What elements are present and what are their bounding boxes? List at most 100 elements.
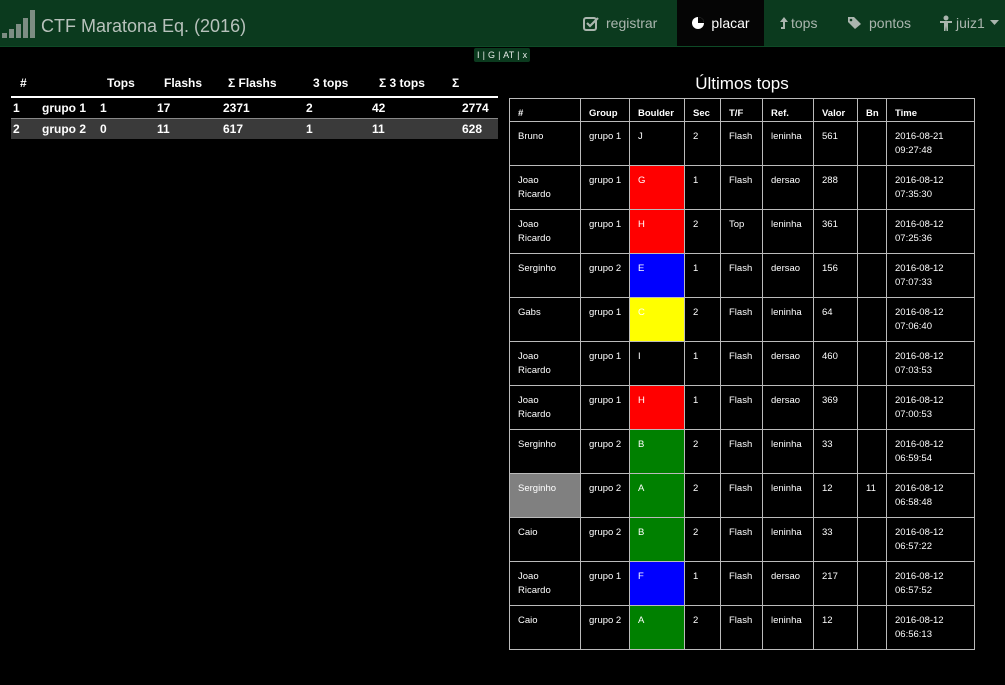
boulder-cell: B (629, 517, 685, 562)
sector-cell: 1 (684, 341, 721, 386)
recent-top-row: Serginho grupo 2 A 2 Flash leninha 12 11 2016-08… (509, 473, 975, 518)
header-cell: Boulder (629, 98, 685, 122)
sector-cell: 2 (684, 209, 721, 254)
sum-flashs-cell: 617 (223, 122, 244, 136)
value-cell: 460 (813, 341, 858, 386)
time-cell: 2016-08-12 07:03:53 (886, 341, 975, 386)
bonus-cell (857, 297, 887, 342)
value-cell: 156 (813, 253, 858, 298)
referee-cell: leninha (762, 429, 814, 474)
bonus-cell (857, 517, 887, 562)
time-cell: 2016-08-12 07:25:36 (886, 209, 975, 254)
recent-top-row: Joao Ricardo grupo 1 I 1 Flash dersao 460 2016-… (509, 341, 975, 386)
group-cell: grupo 1 (42, 101, 86, 115)
top-flash-cell: Flash (720, 165, 763, 210)
nav-tops-label: tops (791, 15, 818, 31)
sector-cell: 2 (684, 605, 721, 650)
recent-top-row: Gabs grupo 1 C 2 Flash leninha 64 2016-08-12 07… (509, 297, 975, 342)
caret-down-icon (989, 20, 999, 25)
scoreboard-header-cell (42, 76, 100, 97)
referee-cell: dersao (762, 253, 814, 298)
recent-top-row: Joao Ricardo grupo 1 H 2 Top leninha 361 2016-0… (509, 209, 975, 254)
value-cell: 217 (813, 561, 858, 606)
nav-pontos[interactable]: pontos (847, 0, 911, 46)
referee-cell: leninha (762, 473, 814, 518)
time-cell: 2016-08-12 07:07:33 (886, 253, 975, 298)
value-cell: 33 (813, 429, 858, 474)
time-cell: 2016-08-12 06:57:22 (886, 517, 975, 562)
sector-cell: 2 (684, 473, 721, 518)
nav-user-menu[interactable]: juiz1 (939, 0, 1005, 46)
climber-cell: Joao Ricardo (509, 209, 581, 254)
referee-cell: leninha (762, 517, 814, 562)
nav-tops[interactable]: tops (779, 0, 817, 46)
header-cell: # (509, 98, 581, 122)
referee-cell: leninha (762, 121, 814, 166)
total-cell: 2774 (462, 101, 489, 115)
top-flash-cell: Flash (720, 517, 763, 562)
nav-placar[interactable]: placar (677, 0, 764, 46)
group-cell: grupo 2 (580, 429, 630, 474)
sector-cell: 2 (684, 517, 721, 562)
top-flash-cell: Flash (720, 297, 763, 342)
recent-top-row: Joao Ricardo grupo 1 H 1 Flash dersao 369 2016-… (509, 385, 975, 430)
climber-cell: Joao Ricardo (509, 165, 581, 210)
sector-cell: 1 (684, 385, 721, 430)
filter-badge[interactable]: I | G | AT | x (474, 48, 531, 62)
value-cell: 288 (813, 165, 858, 210)
header-cell: Bn (857, 98, 887, 122)
group-cell: grupo 2 (580, 605, 630, 650)
sector-cell: 2 (684, 429, 721, 474)
boulder-cell: C (629, 297, 685, 342)
brand[interactable]: CTF Maratona Eq. (2016) (0, 5, 246, 41)
time-cell: 2016-08-12 06:57:52 (886, 561, 975, 606)
sum-three-tops-cell: 11 (372, 122, 385, 136)
nav-registrar[interactable]: registrar (583, 0, 657, 46)
recent-top-row: Serginho grupo 2 E 1 Flash dersao 156 2016-08-1… (509, 253, 975, 298)
bonus-cell: 11 (857, 473, 887, 518)
bonus-cell (857, 429, 887, 474)
time-cell: 2016-08-21 09:27:48 (886, 121, 975, 166)
sector-cell: 2 (684, 121, 721, 166)
top-flash-cell: Flash (720, 561, 763, 606)
sector-cell: 2 (684, 297, 721, 342)
top-flash-cell: Flash (720, 429, 763, 474)
scoreboard-header-cell: Σ Flashs (228, 76, 277, 90)
recent-top-row: Serginho grupo 2 B 2 Flash leninha 33 2016-08-1… (509, 429, 975, 474)
boulder-cell: H (629, 385, 685, 430)
boulder-cell: A (629, 605, 685, 650)
sector-cell: 1 (684, 561, 721, 606)
level-up-icon (780, 17, 788, 29)
climber-cell: Caio (509, 517, 581, 562)
top-flash-cell: Top (720, 209, 763, 254)
recent-top-row: Joao Ricardo grupo 1 G 1 Flash dersao 288 2016-… (509, 165, 975, 210)
rank-cell: 2 (13, 122, 20, 136)
boulder-cell: B (629, 429, 685, 474)
climber-cell: Joao Ricardo (509, 561, 581, 606)
pie-chart-icon (692, 17, 705, 29)
group-cell: grupo 2 (42, 122, 86, 136)
bonus-cell (857, 385, 887, 430)
nav-registrar-label: registrar (606, 15, 658, 31)
referee-cell: dersao (762, 341, 814, 386)
group-cell: grupo 1 (580, 561, 630, 606)
scoreboard-header-cell: Σ 3 tops (379, 76, 425, 90)
flashs-cell: 11 (157, 122, 170, 136)
scoreboard-header-cell: 3 tops (313, 76, 349, 90)
climber-cell: Joao Ricardo (509, 341, 581, 386)
boulder-cell: G (629, 165, 685, 210)
tops-cell: 1 (100, 101, 107, 115)
group-cell: grupo 1 (580, 385, 630, 430)
header-cell: Group (580, 98, 630, 122)
value-cell: 369 (813, 385, 858, 430)
value-cell: 12 (813, 605, 858, 650)
header-cell: T/F (720, 98, 763, 122)
recent-tops-table: # Group Boulder Sec T/F Ref. Valor Bn Ti… (509, 98, 975, 650)
scoreboard-header-cell: # (20, 76, 27, 90)
header-cell: Sec (684, 98, 721, 122)
group-cell: grupo 2 (580, 517, 630, 562)
total-cell: 628 (462, 122, 483, 136)
time-cell: 2016-08-12 06:59:54 (886, 429, 975, 474)
group-cell: grupo 1 (580, 121, 630, 166)
group-cell: grupo 1 (580, 297, 630, 342)
